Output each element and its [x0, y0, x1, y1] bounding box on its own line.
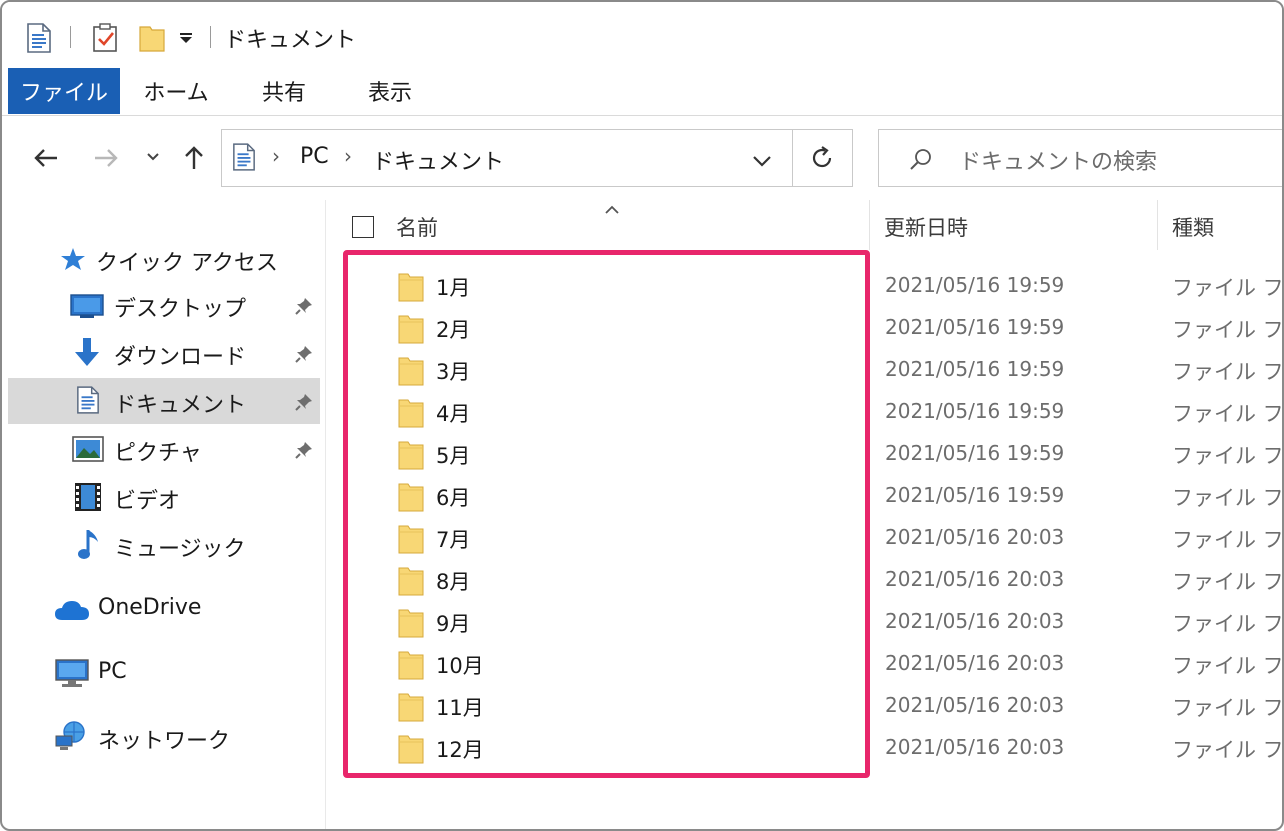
column-divider[interactable]	[1157, 200, 1158, 250]
qa-separator	[210, 26, 211, 48]
sidebar-label: ビデオ	[114, 489, 181, 514]
file-date: 2021/05/16 19:59	[885, 357, 1065, 381]
file-date: 2021/05/16 19:59	[885, 483, 1065, 507]
pin-icon[interactable]	[294, 392, 314, 416]
file-date: 2021/05/16 19:59	[885, 273, 1065, 297]
breadcrumb-pc[interactable]: PC	[300, 144, 329, 169]
column-divider[interactable]	[869, 200, 870, 250]
star-icon	[60, 247, 86, 275]
address-divider	[792, 130, 793, 186]
column-header-date[interactable]: 更新日時	[884, 212, 968, 242]
sidebar-label: ミュージック	[114, 537, 246, 562]
file-type: ファイル フォル	[1172, 276, 1284, 300]
sidebar-item-desktop[interactable]: デスクトップ	[8, 282, 320, 328]
new-folder-icon[interactable]	[138, 20, 166, 56]
sidebar-label: ネットワーク	[98, 729, 231, 754]
select-all-checkbox[interactable]	[352, 216, 374, 238]
chevron-right-icon: ›	[344, 144, 352, 168]
file-type: ファイル フォル	[1172, 696, 1284, 720]
sidebar-item-videos[interactable]: ビデオ	[8, 474, 320, 520]
sort-up-chevron-icon	[604, 200, 620, 219]
sidebar-label: デスクトップ	[114, 297, 247, 322]
file-date: 2021/05/16 19:59	[885, 315, 1065, 339]
file-type: ファイル フォル	[1172, 360, 1284, 384]
sidebar-item-pictures[interactable]: ピクチャ	[8, 426, 320, 472]
file-type: ファイル フォル	[1172, 654, 1284, 678]
cloud-icon	[54, 598, 90, 626]
explorer-window: ドキュメント ファイル ホーム 共有 表示 › PC › ドキュメント ドキュメ…	[0, 0, 1284, 831]
search-placeholder: ドキュメントの検索	[959, 150, 1158, 175]
qa-dropdown-icon[interactable]	[178, 20, 194, 56]
pin-icon[interactable]	[294, 440, 314, 464]
file-type: ファイル フォル	[1172, 570, 1284, 594]
pin-icon[interactable]	[294, 296, 314, 320]
video-icon	[74, 482, 102, 516]
properties-icon[interactable]	[92, 20, 120, 56]
sidebar-label: OneDrive	[98, 595, 202, 620]
search-box[interactable]: ドキュメントの検索	[878, 129, 1282, 187]
tab-home[interactable]: ホーム	[132, 68, 220, 114]
file-type: ファイル フォル	[1172, 528, 1284, 552]
network-icon	[54, 720, 90, 756]
computer-icon	[54, 658, 90, 692]
sidebar-label: ダウンロード	[114, 345, 247, 370]
tab-share[interactable]: 共有	[240, 68, 328, 114]
title-bar: ドキュメント	[2, 2, 1282, 68]
sidebar-item-quick-access[interactable]: クイック アクセス	[8, 236, 320, 282]
pictures-icon	[72, 436, 104, 466]
refresh-icon[interactable]	[810, 146, 834, 174]
navigation-pane: クイック アクセス デスクトップ ダウンロード ドキュメント ピクチャ ビデオ …	[2, 200, 326, 829]
forward-arrow-icon[interactable]	[90, 142, 122, 174]
file-type: ファイル フォル	[1172, 612, 1284, 636]
music-icon	[76, 528, 102, 566]
sidebar-item-downloads[interactable]: ダウンロード	[8, 330, 320, 376]
address-dropdown-icon[interactable]	[752, 152, 772, 171]
search-icon	[909, 148, 933, 176]
column-header-type[interactable]: 種類	[1172, 212, 1214, 242]
sidebar-item-music[interactable]: ミュージック	[8, 522, 320, 568]
tab-file[interactable]: ファイル	[8, 68, 120, 114]
highlight-frame	[343, 250, 870, 778]
sidebar-label: ピクチャ	[114, 441, 202, 466]
sidebar-item-pc[interactable]: PC	[8, 650, 320, 696]
sidebar-item-documents[interactable]: ドキュメント	[8, 378, 320, 424]
file-date: 2021/05/16 20:03	[885, 735, 1065, 759]
file-date: 2021/05/16 19:59	[885, 441, 1065, 465]
file-type: ファイル フォル	[1172, 486, 1284, 510]
file-type: ファイル フォル	[1172, 318, 1284, 342]
back-arrow-icon[interactable]	[30, 142, 62, 174]
up-arrow-icon[interactable]	[178, 142, 210, 174]
recent-chevron-icon[interactable]	[142, 146, 164, 168]
tab-view[interactable]: 表示	[346, 68, 434, 114]
breadcrumb-documents[interactable]: ドキュメント	[372, 144, 504, 176]
sidebar-label: PC	[98, 659, 127, 684]
sidebar-item-network[interactable]: ネットワーク	[8, 714, 320, 760]
file-date: 2021/05/16 20:03	[885, 567, 1065, 591]
ribbon-tabs: ファイル ホーム 共有 表示	[2, 68, 1282, 116]
address-bar[interactable]: › PC › ドキュメント	[221, 129, 853, 187]
file-date: 2021/05/16 20:03	[885, 609, 1065, 633]
navigation-bar: › PC › ドキュメント ドキュメントの検索	[2, 116, 1282, 200]
pin-icon[interactable]	[294, 344, 314, 368]
document-icon	[232, 143, 256, 175]
file-date: 2021/05/16 20:03	[885, 525, 1065, 549]
file-date: 2021/05/16 19:59	[885, 399, 1065, 423]
file-type: ファイル フォル	[1172, 402, 1284, 426]
file-type: ファイル フォル	[1172, 444, 1284, 468]
sidebar-item-onedrive[interactable]: OneDrive	[8, 586, 320, 632]
qa-separator	[70, 26, 71, 48]
window-title: ドキュメント	[224, 28, 357, 53]
file-date: 2021/05/16 20:03	[885, 651, 1065, 675]
column-header-name[interactable]: 名前	[396, 212, 438, 242]
download-icon	[72, 336, 102, 372]
file-type: ファイル フォル	[1172, 738, 1284, 762]
document-icon	[76, 386, 100, 418]
sidebar-label: クイック アクセス	[96, 251, 278, 276]
chevron-right-icon: ›	[272, 144, 280, 168]
document-icon	[26, 20, 52, 56]
sidebar-label: ドキュメント	[114, 393, 247, 418]
desktop-icon	[70, 293, 104, 323]
file-date: 2021/05/16 20:03	[885, 693, 1065, 717]
